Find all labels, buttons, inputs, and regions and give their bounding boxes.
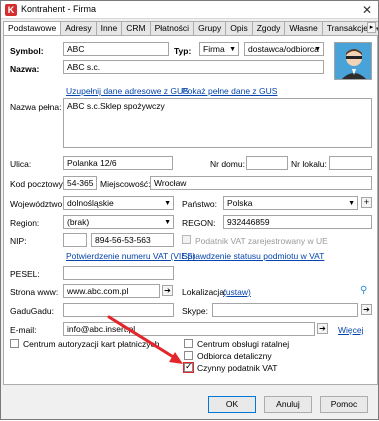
help-button[interactable]: Pomoc — [320, 396, 368, 413]
annotation-arrow — [107, 315, 183, 364]
contractor-dialog: K Kontrahent - Firma ✕ Podstawowe Adresy I… — [0, 0, 379, 420]
cancel-button[interactable]: Anuluj — [264, 396, 312, 413]
ok-button[interactable]: OK — [208, 396, 256, 413]
